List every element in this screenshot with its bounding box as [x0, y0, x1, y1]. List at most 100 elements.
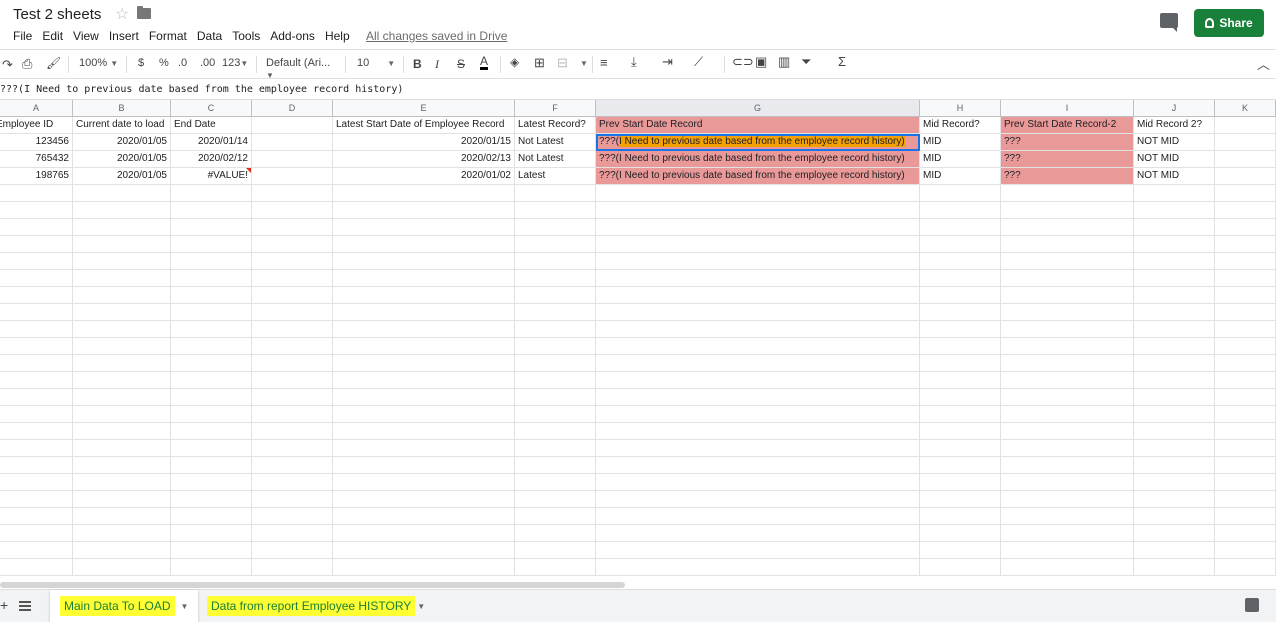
- empty-cell[interactable]: [596, 270, 920, 287]
- empty-cell[interactable]: [1215, 355, 1276, 372]
- empty-cell[interactable]: [1215, 185, 1276, 202]
- decrease-decimal-button[interactable]: .0: [178, 57, 187, 69]
- more-formats-select[interactable]: 123▼: [222, 57, 248, 69]
- table-cell[interactable]: [1215, 134, 1276, 151]
- empty-cell[interactable]: [252, 559, 333, 576]
- empty-cell[interactable]: [515, 406, 596, 423]
- empty-cell[interactable]: [0, 474, 73, 491]
- empty-cell[interactable]: [333, 406, 515, 423]
- empty-cell[interactable]: [252, 474, 333, 491]
- empty-cell[interactable]: [333, 423, 515, 440]
- empty-cell[interactable]: [171, 321, 252, 338]
- empty-cell[interactable]: [920, 287, 1001, 304]
- empty-cell[interactable]: [515, 389, 596, 406]
- empty-cell[interactable]: [333, 185, 515, 202]
- empty-cell[interactable]: [1215, 423, 1276, 440]
- empty-cell[interactable]: [1215, 457, 1276, 474]
- empty-cell[interactable]: [920, 304, 1001, 321]
- empty-cell[interactable]: [0, 287, 73, 304]
- percent-button[interactable]: %: [159, 57, 169, 69]
- header-cell[interactable]: Prev Start Date Record: [596, 117, 920, 134]
- empty-cell[interactable]: [252, 185, 333, 202]
- align-left-icon[interactable]: ≡: [600, 55, 608, 70]
- empty-cell[interactable]: [920, 202, 1001, 219]
- empty-cell[interactable]: [1001, 236, 1134, 253]
- header-cell[interactable]: [1215, 117, 1276, 134]
- empty-cell[interactable]: [252, 406, 333, 423]
- empty-cell[interactable]: [252, 508, 333, 525]
- borders-icon[interactable]: ⊞: [534, 55, 545, 71]
- empty-cell[interactable]: [515, 423, 596, 440]
- empty-cell[interactable]: [1134, 236, 1215, 253]
- empty-cell[interactable]: [73, 270, 171, 287]
- table-cell[interactable]: 2020/02/13: [333, 151, 515, 168]
- empty-cell[interactable]: [1001, 474, 1134, 491]
- paint-format-icon[interactable]: 🖌: [46, 56, 61, 70]
- empty-cell[interactable]: [171, 525, 252, 542]
- header-cell[interactable]: Current date to load: [73, 117, 171, 134]
- empty-cell[interactable]: [333, 559, 515, 576]
- empty-cell[interactable]: [171, 440, 252, 457]
- empty-cell[interactable]: [0, 542, 73, 559]
- empty-cell[interactable]: [515, 491, 596, 508]
- empty-cell[interactable]: [252, 236, 333, 253]
- empty-cell[interactable]: [1001, 270, 1134, 287]
- empty-cell[interactable]: [920, 491, 1001, 508]
- empty-cell[interactable]: [1001, 440, 1134, 457]
- strikethrough-button[interactable]: S: [457, 57, 465, 71]
- menu-format[interactable]: Format: [149, 29, 187, 43]
- column-header-g[interactable]: G: [596, 100, 920, 117]
- empty-cell[interactable]: [515, 542, 596, 559]
- empty-cell[interactable]: [1215, 236, 1276, 253]
- table-cell[interactable]: MID: [920, 134, 1001, 151]
- empty-cell[interactable]: [171, 338, 252, 355]
- table-cell[interactable]: [252, 151, 333, 168]
- empty-cell[interactable]: [1001, 304, 1134, 321]
- empty-cell[interactable]: [515, 559, 596, 576]
- header-cell[interactable]: Latest Start Date of Employee Record: [333, 117, 515, 134]
- font-size-select[interactable]: 10 ▼: [357, 57, 395, 69]
- empty-cell[interactable]: [515, 253, 596, 270]
- empty-cell[interactable]: [1001, 508, 1134, 525]
- empty-cell[interactable]: [596, 202, 920, 219]
- empty-cell[interactable]: [1215, 389, 1276, 406]
- empty-cell[interactable]: [171, 406, 252, 423]
- empty-cell[interactable]: [0, 304, 73, 321]
- currency-button[interactable]: $: [138, 57, 144, 69]
- empty-cell[interactable]: [1215, 491, 1276, 508]
- empty-cell[interactable]: [596, 338, 920, 355]
- table-cell[interactable]: Not Latest: [515, 151, 596, 168]
- empty-cell[interactable]: [596, 508, 920, 525]
- tab-dropdown-icon[interactable]: ▼: [417, 602, 425, 611]
- empty-cell[interactable]: [1001, 423, 1134, 440]
- empty-cell[interactable]: [1001, 253, 1134, 270]
- empty-cell[interactable]: [920, 355, 1001, 372]
- zoom-select[interactable]: 100% ▼: [79, 57, 118, 69]
- empty-cell[interactable]: [596, 474, 920, 491]
- table-cell[interactable]: 2020/01/02: [333, 168, 515, 185]
- table-cell[interactable]: 2020/01/05: [73, 134, 171, 151]
- empty-cell[interactable]: [1134, 304, 1215, 321]
- empty-cell[interactable]: [1134, 474, 1215, 491]
- empty-cell[interactable]: [920, 270, 1001, 287]
- empty-cell[interactable]: [252, 491, 333, 508]
- merge-dropdown-icon[interactable]: ▼: [580, 57, 588, 69]
- empty-cell[interactable]: [515, 440, 596, 457]
- empty-cell[interactable]: [596, 185, 920, 202]
- header-cell[interactable]: Employee ID: [0, 117, 73, 134]
- empty-cell[interactable]: [171, 270, 252, 287]
- empty-cell[interactable]: [0, 355, 73, 372]
- empty-cell[interactable]: [73, 185, 171, 202]
- formula-bar[interactable]: ???(I Need to previous date based from t…: [0, 80, 1276, 100]
- column-header-k[interactable]: K: [1215, 100, 1276, 117]
- table-cell[interactable]: MID: [920, 168, 1001, 185]
- empty-cell[interactable]: [73, 202, 171, 219]
- empty-cell[interactable]: [171, 202, 252, 219]
- menu-addons[interactable]: Add-ons: [270, 29, 315, 43]
- empty-cell[interactable]: [596, 236, 920, 253]
- empty-cell[interactable]: [1134, 423, 1215, 440]
- empty-cell[interactable]: [252, 270, 333, 287]
- empty-cell[interactable]: [596, 423, 920, 440]
- empty-cell[interactable]: [0, 406, 73, 423]
- empty-cell[interactable]: [1134, 185, 1215, 202]
